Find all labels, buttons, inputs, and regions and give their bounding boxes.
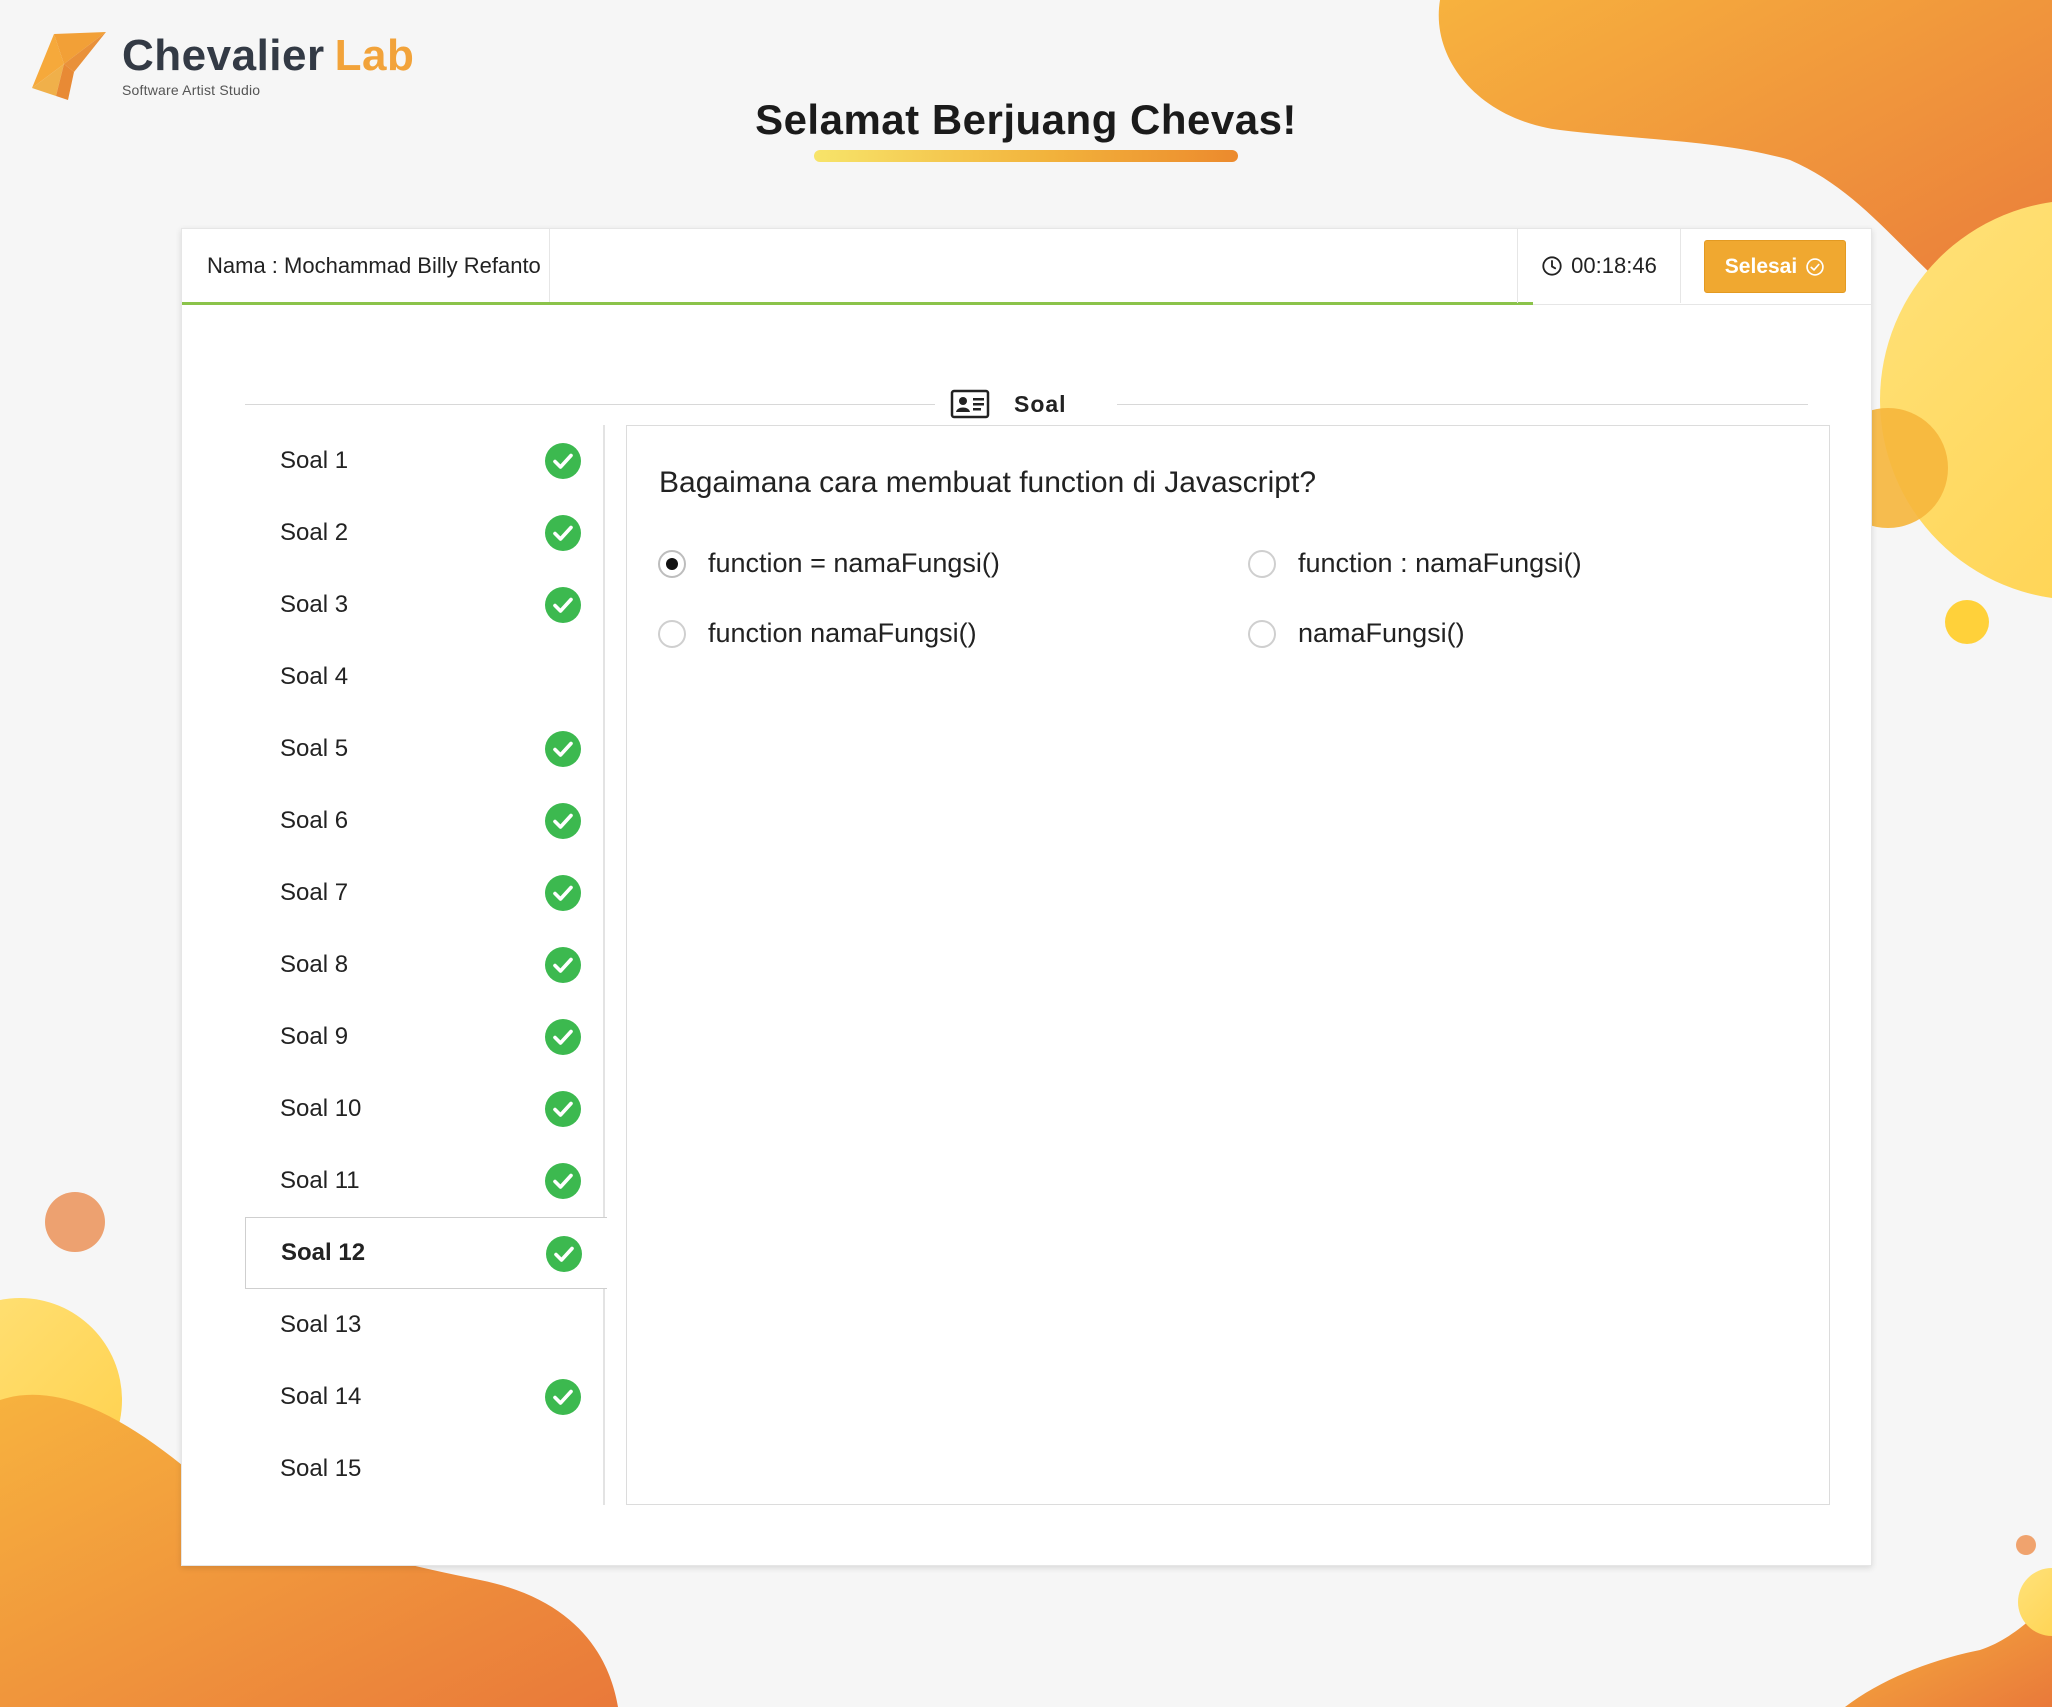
answer-option-4[interactable]: namaFungsi() <box>1248 618 1465 649</box>
answer-option-3[interactable]: function namaFungsi() <box>658 618 977 649</box>
question-list-item-label: Soal 5 <box>280 735 349 762</box>
participant-name: Nama : Mochammad Billy Refanto <box>182 229 550 303</box>
question-list-item-label: Soal 14 <box>280 1383 362 1410</box>
question-text: Bagaimana cara membuat function di Javas… <box>659 466 1317 499</box>
question-list-item-label: Soal 6 <box>280 807 349 834</box>
finish-button[interactable]: Selesai <box>1704 240 1846 293</box>
answered-check-icon <box>545 443 581 479</box>
question-list-item[interactable]: Soal 10 <box>245 1073 603 1145</box>
exam-topbar: Nama : Mochammad Billy Refanto 00:18:46 … <box>182 229 1871 305</box>
question-list-item[interactable]: Soal 4 <box>245 641 603 713</box>
question-list-item-label: Soal 1 <box>280 447 349 474</box>
answer-radio-1[interactable] <box>658 549 686 578</box>
brand-name-part2: Lab <box>334 31 415 80</box>
section-label-text: Soal <box>1014 390 1067 417</box>
answer-option-1-text: function = namaFungsi() <box>708 548 1000 578</box>
question-list-item[interactable]: Soal 1 <box>245 425 603 497</box>
question-panel: Bagaimana cara membuat function di Javas… <box>626 425 1830 1505</box>
answer-radio-3[interactable] <box>658 619 686 648</box>
answer-option-2-text: function : namaFungsi() <box>1298 548 1582 578</box>
timer-value: 00:18:46 <box>1571 253 1657 278</box>
answer-option-2[interactable]: function : namaFungsi() <box>1248 548 1582 579</box>
answer-radio-2[interactable] <box>1248 549 1276 578</box>
divider-line-right <box>1117 404 1808 405</box>
answered-check-icon <box>545 1019 581 1055</box>
question-list-item-label: Soal 4 <box>280 663 349 690</box>
exam-progress-bar <box>182 302 1534 305</box>
brand-name-part1: Chevalier <box>122 31 325 80</box>
answer-option-4-text: namaFungsi() <box>1298 618 1465 648</box>
page-heading: Selamat Berjuang Chevas! <box>0 96 2052 162</box>
page-title: Selamat Berjuang Chevas! <box>755 96 1297 143</box>
question-list-item-label: Soal 11 <box>280 1167 360 1194</box>
brand-name: Chevalier Lab <box>122 34 414 78</box>
answered-check-icon <box>545 947 581 983</box>
question-list-item-label: Soal 8 <box>280 951 349 978</box>
question-list-item[interactable]: Soal 13 <box>245 1289 603 1361</box>
question-list-item-label: Soal 3 <box>280 591 349 618</box>
id-card-icon <box>950 389 990 419</box>
section-label: Soal <box>950 384 1067 424</box>
title-underline <box>814 150 1238 162</box>
answered-check-icon <box>545 803 581 839</box>
question-list-item[interactable]: Soal 3 <box>245 569 603 641</box>
check-circle-icon <box>1806 257 1824 276</box>
answer-radio-4[interactable] <box>1248 619 1276 648</box>
answer-option-1[interactable]: function = namaFungsi() <box>658 548 1000 579</box>
section-divider: Soal <box>245 384 1808 424</box>
question-list-item-label: Soal 10 <box>280 1095 362 1122</box>
question-list-item[interactable]: Soal 2 <box>245 497 603 569</box>
answered-check-icon <box>545 515 581 551</box>
exam-card: Nama : Mochammad Billy Refanto 00:18:46 … <box>181 228 1872 1566</box>
exam-timer: 00:18:46 <box>1517 229 1681 303</box>
question-list-item-label: Soal 9 <box>280 1023 349 1050</box>
question-list-item[interactable]: Soal 8 <box>245 929 603 1001</box>
question-list-item[interactable]: Soal 15 <box>245 1433 603 1505</box>
answer-option-3-text: function namaFungsi() <box>708 618 977 648</box>
answered-check-icon <box>546 1236 582 1272</box>
question-list-item[interactable]: Soal 7 <box>245 857 603 929</box>
question-list-item[interactable]: Soal 5 <box>245 713 603 785</box>
question-list-item-label: Soal 12 <box>281 1239 366 1266</box>
finish-button-label: Selesai <box>1724 254 1798 278</box>
clock-icon <box>1542 256 1562 276</box>
question-list-item[interactable]: Soal 6 <box>245 785 603 857</box>
answered-check-icon <box>545 1379 581 1415</box>
answered-check-icon <box>545 1091 581 1127</box>
answered-check-icon <box>545 731 581 767</box>
question-list-item[interactable]: Soal 14 <box>245 1361 603 1433</box>
question-list-item-label: Soal 7 <box>280 879 349 906</box>
question-list-item-label: Soal 2 <box>280 519 349 546</box>
answered-check-icon <box>545 1163 581 1199</box>
answered-check-icon <box>545 875 581 911</box>
question-list-item-label: Soal 13 <box>280 1311 362 1338</box>
question-list-item[interactable]: Soal 11 <box>245 1145 603 1217</box>
divider-line-left <box>245 404 935 405</box>
question-list-item-label: Soal 15 <box>280 1455 362 1482</box>
brand-logo[interactable]: Chevalier Lab Software Artist Studio <box>28 28 414 100</box>
question-list-item[interactable]: Soal 12 <box>245 1217 607 1289</box>
answered-check-icon <box>545 587 581 623</box>
question-list-item[interactable]: Soal 9 <box>245 1001 603 1073</box>
question-list: Soal 1 Soal 2 Soal 3 Soal 4 Soal 5 Soal 6 Soal… <box>245 425 607 1505</box>
chevalier-logo-icon <box>32 32 106 100</box>
